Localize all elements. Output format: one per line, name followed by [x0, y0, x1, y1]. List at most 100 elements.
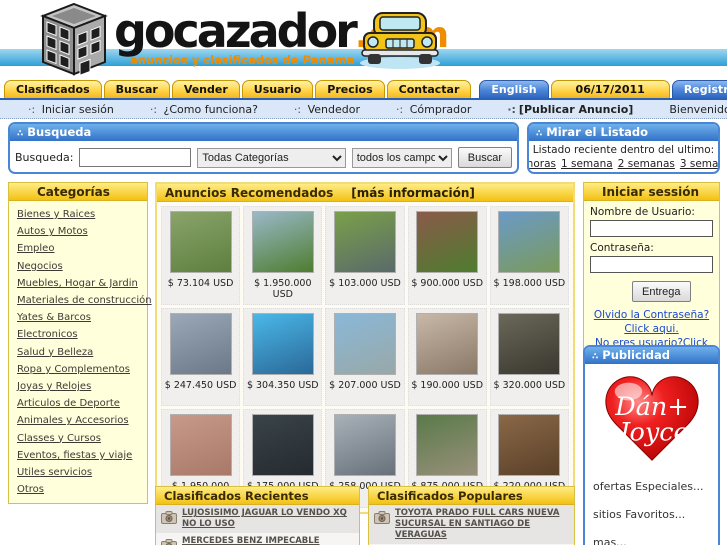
nav-tab-usuario[interactable]: Usuario — [241, 80, 314, 98]
classified-link-lujosisimo-jaguar-lo-vendo-xq-[interactable]: LUJOSISIMO JAGUAR LO VENDO XQ NO LO USO — [182, 508, 354, 530]
promo-link-ofertas-especiales[interactable]: ofertas Especiales... — [593, 480, 710, 493]
category-link-yates-barcos[interactable]: Yates & Barcos — [17, 309, 139, 326]
listado-panel-header: ∴ Mirar el Listado — [529, 124, 718, 141]
listing-photo — [251, 312, 314, 375]
listing-card[interactable]: $ 1.950.000 USD — [243, 206, 323, 305]
publicidad-header: ∴ Publicidad — [585, 347, 718, 364]
category-link-materiales-de-construcci-n[interactable]: Materiales de construcción — [17, 292, 152, 309]
nav-tab-contactar[interactable]: Contactar — [386, 80, 472, 98]
listado-link-24-horas[interactable]: 24 horas — [529, 158, 556, 170]
listing-card[interactable]: $ 304.350 USD — [243, 307, 323, 406]
subnav-item-vendedor[interactable]: ·: Vendedor — [294, 103, 360, 116]
listing-photo — [498, 211, 561, 273]
promo-link-sitios-favoritos[interactable]: sitios Favoritos... — [593, 508, 710, 521]
category-link-ropa-y-complementos[interactable]: Ropa y Complementos — [17, 361, 139, 378]
password-field[interactable] — [590, 256, 713, 273]
heart-text-line2: Joyce — [614, 418, 688, 448]
login-panel: Iniciar sessión Nombre de Usuario: Contr… — [583, 182, 720, 371]
recent-list: LUJOSISIMO JAGUAR LO VENDO XQ NO LO USO M… — [156, 505, 359, 545]
publish-label: [Publicar Anuncio] — [518, 102, 634, 116]
listing-card[interactable]: $ 207.000 USD — [325, 307, 405, 406]
search-input[interactable] — [79, 148, 192, 167]
classified-link-toyota-prado-full-cars-nueva-s[interactable]: TOYOTA PRADO FULL CARS NUEVA SUCURSAL EN… — [395, 508, 569, 541]
promo-link-mas[interactable]: mas... — [593, 536, 710, 545]
listing-photo — [251, 211, 314, 273]
login-submit-button[interactable]: Entrega — [632, 281, 691, 302]
panel-dots-icon: ∴ — [17, 129, 24, 139]
listing-card[interactable]: $ 190.000 USD — [407, 307, 487, 406]
category-link-otros[interactable]: Otros — [17, 481, 139, 498]
popular-header: Clasificados Populares — [369, 487, 574, 505]
category-link-classes-y-cursos[interactable]: Classes y Cursos — [17, 430, 139, 447]
category-link-salud-y-belleza[interactable]: Salud y Belleza — [17, 344, 139, 361]
page: gocazador.com anuncios y clasificados de… — [0, 0, 727, 545]
recommended-panel: Anuncios Recomendados [más información] … — [155, 182, 575, 514]
search-button[interactable]: Buscar — [457, 147, 512, 168]
listing-photo — [416, 211, 479, 273]
listing-card[interactable]: $ 900.000 USD — [407, 206, 487, 305]
subnav-item-como-funciona[interactable]: ·: ¿Como funciona? — [150, 103, 258, 116]
listado-link-3-semanas[interactable]: 3 semanas — [680, 158, 718, 170]
listado-link-2-semanas[interactable]: 2 semanas — [618, 158, 675, 170]
nav-tab-english[interactable]: English — [479, 80, 549, 98]
category-link-animales-y-accesorios[interactable]: Animales y Accesorios — [17, 412, 139, 429]
listing-card[interactable]: $ 73.104 USD — [161, 206, 241, 305]
listing-photo — [251, 413, 314, 476]
welcome-label: Bienvenido: — [669, 102, 727, 116]
heart-ad[interactable]: Dán+ Joyce — [585, 364, 718, 476]
category-link-articulos-de-deporte[interactable]: Articulos de Deporte — [17, 395, 139, 412]
recommended-title: Anuncios Recomendados — [165, 186, 334, 200]
subnav-item-publicar-anuncio[interactable]: ·: [Publicar Anuncio] — [507, 103, 633, 116]
listing-price: $ 190.000 USD — [411, 379, 484, 391]
forgot-password-link[interactable]: Olvido la Contraseña?Click aqui. — [590, 308, 713, 336]
listings-grid: $ 73.104 USD $ 1.950.000 USD $ 103.000 USD… — [157, 202, 573, 512]
listado-body: Listado reciente dentro del ultimo: 24 h… — [529, 141, 718, 170]
nav-tab-vender[interactable]: Vender — [171, 80, 240, 98]
listing-photo — [333, 413, 396, 476]
listing-card[interactable]: $ 320.000 USD — [489, 307, 569, 406]
category-link-empleo[interactable]: Empleo — [17, 240, 139, 257]
category-link-eventos-fiestas-y-viaje[interactable]: Eventos, fiestas y viaje — [17, 447, 139, 464]
search-form: Busqueda: Todas Categorías todos los cam… — [10, 141, 517, 172]
popular-list: TOYOTA PRADO FULL CARS NUEVA SUCURSAL EN… — [369, 505, 574, 545]
category-link-utiles-servicios[interactable]: Utiles servicios — [17, 464, 139, 481]
fields-select[interactable]: todos los campos — [351, 147, 452, 168]
recent-header: Clasificados Recientes — [156, 487, 359, 505]
categories-panel: Categorías Bienes y Raices Autos y Motos E… — [8, 182, 152, 505]
login-form: Nombre de Usuario: Contraseña: Entrega O… — [584, 201, 719, 365]
bullet-icon: ·: — [149, 102, 158, 116]
listing-card[interactable]: $ 247.450 USD — [161, 307, 241, 406]
nav-tab-buscar[interactable]: Buscar — [103, 80, 170, 98]
category-link-joyas-y-relojes[interactable]: Joyas y Relojes — [17, 378, 139, 395]
listing-price: $ 304.350 USD — [246, 379, 319, 391]
subnav-item-c-mprador[interactable]: ·: Cómprador — [396, 103, 471, 116]
bullet-icon: ·: — [396, 102, 404, 116]
nav-tab-clasificados[interactable]: Clasificados — [4, 80, 102, 98]
category-select[interactable]: Todas Categorías — [197, 147, 346, 168]
listing-price: $ 207.000 USD — [329, 379, 401, 391]
username-field[interactable] — [590, 220, 713, 237]
nav-tab-registro[interactable]: Registro — [671, 80, 727, 98]
listado-link-1-semana[interactable]: 1 semana — [561, 158, 613, 170]
category-link-electronicos[interactable]: Electronicos — [17, 326, 139, 343]
listing-card[interactable]: $ 103.000 USD — [325, 206, 405, 305]
nav-tab-precios[interactable]: Precios — [315, 80, 385, 98]
category-link-autos-y-motos[interactable]: Autos y Motos — [17, 223, 139, 240]
category-link-negocios[interactable]: Negocios — [17, 258, 139, 275]
classified-link-mercedes-benz-impecable-maneje[interactable]: MERCEDES BENZ IMPECABLE MANEJELO Y — [182, 536, 354, 545]
publicidad-links: ofertas Especiales... sitios Favoritos...… — [585, 476, 718, 545]
publicidad-panel: ∴ Publicidad Dán+ Joyce ofertas Especiale… — [583, 345, 720, 545]
camera-icon — [374, 509, 390, 528]
classified-row: LUJOSISIMO JAGUAR LO VENDO XQ NO LO USO — [156, 505, 359, 534]
listing-price: $ 247.450 USD — [164, 379, 237, 391]
subnav-items-group: ·: Iniciar sesión ·: ¿Como funciona? ·: Ve… — [28, 103, 471, 116]
category-link-muebles-hogar-jardin[interactable]: Muebles, Hogar & Jardin — [17, 275, 139, 292]
more-info-link[interactable]: [más información] — [351, 186, 475, 200]
subnav-item-iniciar-sesi-n[interactable]: ·: Iniciar sesión — [28, 103, 114, 116]
category-link-bienes-y-raices[interactable]: Bienes y Raices — [17, 206, 139, 223]
listing-card[interactable]: $ 198.000 USD — [489, 206, 569, 305]
login-header: Iniciar sessión — [584, 183, 719, 201]
listing-price: $ 320.000 USD — [493, 379, 566, 391]
logo-text: gocazador — [114, 4, 358, 58]
listing-price: $ 73.104 USD — [167, 278, 234, 289]
